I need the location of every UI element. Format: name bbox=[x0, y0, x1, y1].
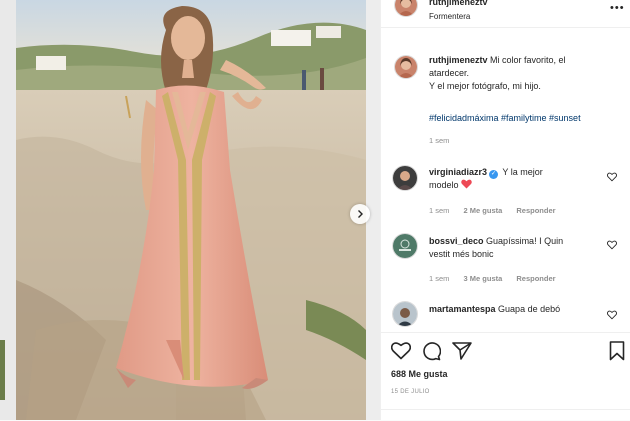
share-icon[interactable] bbox=[452, 341, 472, 360]
post-photo[interactable] bbox=[16, 0, 366, 420]
comment-like-heart-icon[interactable] bbox=[607, 240, 617, 250]
edge-thumbnail bbox=[0, 340, 5, 400]
add-comment-bar[interactable] bbox=[381, 409, 630, 421]
comments-list: ruthjimeneztv Mi color favorito, el atar… bbox=[381, 28, 630, 332]
reply-button[interactable]: Responder bbox=[516, 274, 555, 283]
bookmark-icon[interactable] bbox=[609, 341, 625, 361]
caption-author-avatar[interactable] bbox=[395, 56, 417, 78]
commenter-avatar[interactable] bbox=[393, 234, 417, 258]
comment-meta: 1 sem 2 Me gusta Responder bbox=[429, 206, 568, 215]
comment-username[interactable]: bossvi_deco bbox=[429, 236, 484, 246]
commenter-avatar[interactable] bbox=[393, 166, 417, 190]
comment-username[interactable]: virginiadiazr3 bbox=[429, 167, 487, 177]
post-actions: 688 Me gusta 15 DE JULIO bbox=[381, 332, 630, 420]
comment-text-line-2: vestit més bonic bbox=[429, 249, 494, 259]
comment-icon[interactable] bbox=[421, 341, 441, 361]
comment-username[interactable]: martamantespa bbox=[429, 304, 496, 314]
comment-like-heart-icon[interactable] bbox=[607, 172, 617, 182]
post-location[interactable]: Formentera bbox=[429, 12, 470, 21]
verified-badge-icon: ✓ bbox=[489, 170, 499, 179]
next-photo-button[interactable] bbox=[350, 204, 370, 224]
comment-text-line-1: Y la mejor bbox=[502, 167, 543, 177]
reply-button[interactable]: Responder bbox=[516, 206, 555, 215]
caption-meta: 1 sem bbox=[429, 136, 461, 145]
comment-text-line-1: Guapa de debó bbox=[498, 304, 561, 314]
comment-text-line-2: modelo bbox=[429, 180, 459, 190]
comment-text-line-1: Guapíssima! I Quin bbox=[486, 236, 564, 246]
comment-time[interactable]: 1 sem bbox=[429, 274, 449, 283]
red-heart-emoji-icon bbox=[461, 179, 472, 189]
author-username[interactable]: ruthjimeneztv bbox=[429, 0, 488, 7]
likes-count[interactable]: 688 Me gusta bbox=[391, 369, 448, 379]
caption-username[interactable]: ruthjimeneztv bbox=[429, 55, 488, 65]
more-options-icon[interactable]: ••• bbox=[610, 2, 625, 14]
comment-meta: 1 sem 3 Me gusta Responder bbox=[429, 274, 568, 283]
post-sidebar: ruthjimeneztv Formentera ••• ruthjimenez… bbox=[380, 0, 630, 420]
heart-icon[interactable] bbox=[391, 341, 411, 360]
caption-line-2: atardecer. bbox=[429, 68, 470, 78]
comment-likes[interactable]: 3 Me gusta bbox=[464, 274, 503, 283]
caption-time[interactable]: 1 sem bbox=[429, 136, 449, 145]
caption-hashtags[interactable]: #felicidadmáxima #familytime #sunset bbox=[429, 112, 619, 125]
comment-time[interactable]: 1 sem bbox=[429, 206, 449, 215]
comment: bossvi_deco Guapíssima! I Quin vestit mé… bbox=[429, 235, 619, 261]
comment-likes[interactable]: 2 Me gusta bbox=[464, 206, 503, 215]
caption-line-1: Mi color favorito, el bbox=[490, 55, 566, 65]
comment: virginiadiazr3 ✓ Y la mejor modelo bbox=[429, 166, 619, 192]
left-edge-strip bbox=[0, 0, 16, 420]
chevron-right-icon bbox=[358, 210, 363, 218]
beach-photo-image bbox=[16, 0, 366, 420]
comment-like-heart-icon[interactable] bbox=[607, 310, 617, 320]
commenter-avatar[interactable] bbox=[393, 302, 417, 326]
post-header: ruthjimeneztv Formentera ••• bbox=[381, 0, 630, 28]
comment: martamantespa Guapa de debó bbox=[429, 303, 619, 316]
post-date[interactable]: 15 DE JULIO bbox=[391, 389, 430, 395]
screen: ruthjimeneztv Formentera ••• ruthjimenez… bbox=[0, 0, 630, 420]
caption-line-3: Y el mejor fotógrafo, mi hijo. bbox=[429, 81, 541, 91]
author-avatar[interactable] bbox=[395, 0, 417, 16]
caption: ruthjimeneztv Mi color favorito, el atar… bbox=[429, 54, 619, 93]
